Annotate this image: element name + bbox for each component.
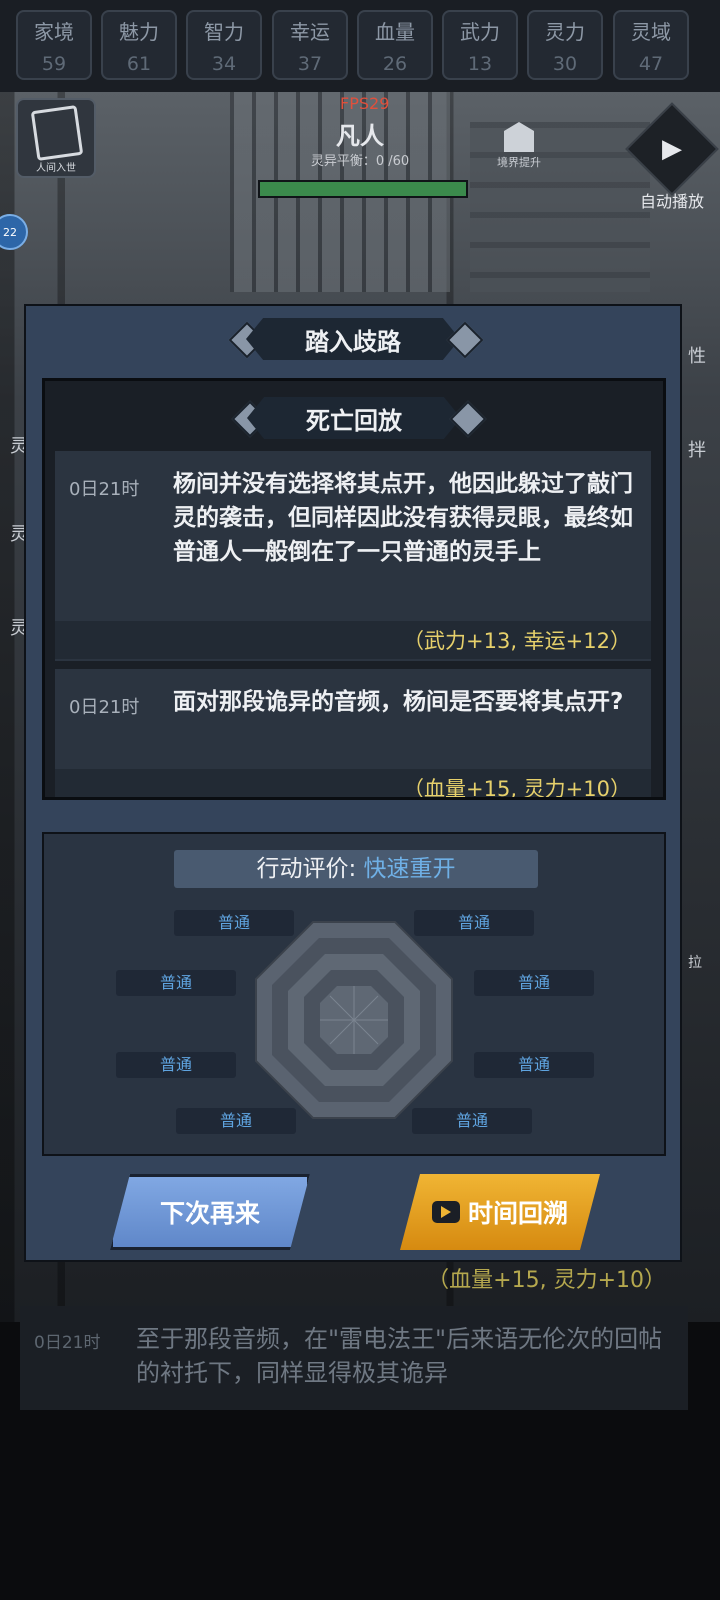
stat-name: 智力 — [204, 20, 244, 44]
stat-wuli: 武力 13 — [442, 10, 518, 80]
stat-value: 59 — [41, 53, 67, 75]
stat-value: 30 — [552, 53, 578, 75]
stat-xingyun: 幸运 37 — [272, 10, 348, 80]
background-reward: （血量+15, 灵力+10） — [427, 1268, 666, 1293]
realm-title: 凡人 — [336, 122, 384, 150]
stat-name: 血量 — [375, 20, 415, 44]
time-rewind-label: 时间回溯 — [467, 1199, 568, 1228]
time-rewind-button[interactable]: 时间回溯 — [400, 1174, 600, 1250]
stat-name: 幸运 — [290, 20, 330, 44]
cards-icon — [30, 105, 84, 161]
diamond-ornament — [446, 321, 484, 359]
stat-lingli: 灵力 30 — [527, 10, 603, 80]
world-entry-label: 人间入世 — [36, 163, 76, 174]
dialog-title: 踏入歧路 — [246, 318, 460, 360]
stat-name: 灵力 — [545, 20, 585, 44]
background-log-entry: 0日21时 至于那段音频，在"雷电法王"后来语无伦次的回帖的衬托下，同样显得极其… — [20, 1306, 688, 1410]
rating-chip: 普通 — [116, 1052, 236, 1078]
stat-value: 13 — [467, 53, 493, 75]
balance-bar-fill — [260, 182, 466, 196]
balance-bar — [258, 180, 468, 198]
log-text: 至于那段音频，在"雷电法王"后来语无伦次的回帖的衬托下，同样显得极其诡异 — [136, 1325, 663, 1387]
stat-name: 家境 — [34, 20, 74, 44]
stat-value: 26 — [382, 53, 408, 75]
realm-up-label: 境界提升 — [497, 156, 541, 169]
stat-xueliang: 血量 26 — [357, 10, 433, 80]
stat-value: 37 — [297, 53, 323, 75]
stat-jiajing: 家境 59 — [16, 10, 92, 80]
replay-title-banner: 死亡回放 — [45, 397, 663, 439]
diamond-ornament — [449, 400, 487, 438]
stat-meili: 魅力 61 — [101, 10, 177, 80]
next-time-button[interactable]: 下次再来 — [110, 1174, 310, 1250]
balance-label: 灵异平衡：0 /60 — [310, 154, 410, 169]
entry-text: 杨间并没有选择将其点开，他因此躲过了敲门灵的袭击，但同样因此没有获得灵眼，最终如… — [173, 471, 633, 565]
autoplay-button[interactable]: ▶ 自动播放 — [625, 102, 719, 212]
stat-name: 灵域 — [631, 20, 671, 44]
dialog-title-banner: 踏入歧路 — [26, 318, 680, 360]
next-time-label: 下次再来 — [159, 1199, 260, 1228]
stat-lingyu: 灵域 47 — [613, 10, 689, 80]
stat-value: 34 — [211, 53, 237, 75]
rating-chip: 普通 — [474, 1052, 594, 1078]
realm-up-button[interactable]: 境界提升 — [484, 122, 554, 170]
death-replay-panel[interactable]: 死亡回放 0日21时 杨间并没有选择将其点开，他因此躲过了敲门灵的袭击，但同样因… — [42, 378, 666, 800]
house-icon — [504, 122, 534, 152]
stat-zhili: 智力 34 — [186, 10, 262, 80]
rating-chip: 普通 — [116, 970, 236, 996]
right-edge-label: 拌 — [688, 440, 706, 461]
stat-name: 武力 — [460, 20, 500, 44]
stat-name: 魅力 — [119, 20, 159, 44]
entry-time: 0日21时 — [69, 479, 140, 500]
story-entry: 0日21时 面对那段诡异的音频，杨间是否要将其点开? （血量+15, 灵力+10… — [55, 669, 651, 800]
stats-bar: 家境 59 魅力 61 智力 34 幸运 37 血量 26 武力 13 灵力 30 灵域 47 — [0, 0, 720, 92]
stat-value: 47 — [638, 53, 664, 75]
stat-value: 61 — [126, 53, 152, 75]
video-camera-icon — [431, 1201, 460, 1223]
evaluation-value: 快速重开 — [363, 856, 456, 882]
play-icon: ▶ — [625, 102, 719, 196]
fps-counter: FPS29 — [340, 94, 390, 113]
octagon-radar-chart — [255, 921, 453, 1119]
story-entry: 0日21时 杨间并没有选择将其点开，他因此躲过了敲门灵的袭击，但同样因此没有获得… — [55, 451, 651, 661]
world-entry-button[interactable]: 人间入世 — [16, 98, 96, 178]
rating-chip: 普通 — [474, 970, 594, 996]
entry-reward-row: （武力+13, 幸运+12） — [55, 621, 651, 659]
log-time: 0日21时 — [34, 1333, 101, 1353]
right-edge-label: 拉 — [688, 955, 702, 971]
entry-text: 面对那段诡异的音频，杨间是否要将其点开? — [173, 689, 624, 715]
action-evaluation-panel: 行动评价: 快速重开 普通 普通 普通 普通 普通 普通 普通 普通 — [42, 832, 666, 1156]
entry-reward: （血量+15, 灵力+10） — [403, 777, 631, 800]
right-edge-label: 性 — [688, 346, 706, 367]
evaluation-title: 行动评价: 快速重开 — [174, 850, 538, 888]
replay-title: 死亡回放 — [247, 397, 461, 439]
ending-dialog: 踏入歧路 死亡回放 0日21时 杨间并没有选择将其点开，他因此躲过了敲门灵的袭击… — [24, 304, 682, 1262]
evaluation-label: 行动评价: — [256, 856, 364, 882]
entry-time: 0日21时 — [69, 697, 140, 718]
entry-reward-row: （血量+15, 灵力+10） — [55, 769, 651, 800]
entry-reward: （武力+13, 幸运+12） — [403, 629, 631, 653]
